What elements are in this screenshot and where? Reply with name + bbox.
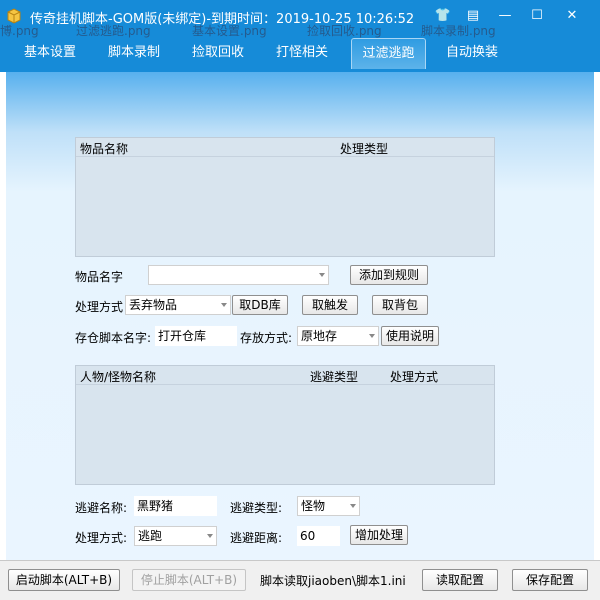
help-button[interactable]: 使用说明 [381, 326, 439, 346]
escape-method-value: 逃跑 [138, 529, 163, 543]
escape-distance-label: 逃避距离: [230, 531, 283, 545]
maximize-icon[interactable]: ☐ [526, 6, 548, 26]
column-header-handle-method[interactable]: 处理方式 [390, 368, 438, 385]
item-method-combo[interactable]: 丢弃物品 [125, 295, 231, 315]
escape-distance-input[interactable]: 60 [297, 526, 340, 546]
item-method-value: 丢弃物品 [129, 298, 178, 312]
escape-method-combo[interactable]: 逃跑 [134, 526, 217, 546]
close-icon[interactable]: ✕ [561, 6, 583, 26]
tab-script-record[interactable]: 脚本录制 [94, 38, 174, 68]
escape-type-label: 逃避类型: [230, 501, 283, 515]
chevron-down-icon [207, 534, 213, 538]
chevron-down-icon [221, 303, 227, 307]
add-handling-button[interactable]: 增加处理 [350, 525, 408, 545]
tab-filter-escape[interactable]: 过滤逃跑 [351, 38, 426, 69]
store-mode-combo[interactable]: 原地存 [297, 326, 379, 346]
stop-script-button[interactable]: 停止脚本(ALT+B) [132, 569, 246, 591]
ghost-tab-text: 过滤逃跑.png [76, 24, 151, 38]
get-bag-button[interactable]: 取背包 [372, 295, 428, 315]
chevron-down-icon [369, 334, 375, 338]
tab-combat[interactable]: 打怪相关 [262, 38, 342, 68]
get-db-button[interactable]: 取DB库 [232, 295, 288, 315]
tab-content-filter-escape: 物品名称 处理类型 物品名字 添加到规则 处理方式 丢弃物品 取DB库 取触发 … [6, 72, 594, 560]
column-header-item-name[interactable]: 物品名称 [80, 140, 128, 157]
add-to-rules-button[interactable]: 添加到规则 [350, 265, 428, 285]
escape-name-label: 逃避名称: [75, 501, 128, 515]
column-header-process-type[interactable]: 处理类型 [340, 140, 388, 157]
store-mode-value: 原地存 [301, 329, 338, 343]
tab-pickup-recycle[interactable]: 捡取回收 [178, 38, 258, 68]
load-config-button[interactable]: 读取配置 [422, 569, 498, 591]
store-mode-label: 存放方式: [240, 331, 293, 345]
column-header-monster-name[interactable]: 人物/怪物名称 [80, 368, 156, 385]
item-name-label: 物品名字 [75, 270, 124, 284]
escape-type-combo[interactable]: 怪物 [297, 496, 360, 516]
item-name-combo[interactable] [148, 265, 329, 285]
ghost-tab-text: 基本设置.png [192, 24, 267, 38]
tab-auto-equip[interactable]: 自动换装 [432, 38, 512, 68]
store-script-label: 存仓脚本名字: [75, 331, 152, 345]
minimize-icon[interactable]: — [494, 6, 516, 26]
ghost-tab-text: 捡取回收.png [307, 24, 382, 38]
store-script-input[interactable]: 打开仓库 [155, 326, 237, 346]
status-bar: 启动脚本(ALT+B) 停止脚本(ALT+B) 脚本读取jiaoben\脚本1.… [0, 560, 600, 600]
app-window: 传奇挂机脚本-GOM版(未绑定)-到期时间：2019-10-25 10:26:5… [0, 0, 600, 600]
get-trigger-button[interactable]: 取触发 [302, 295, 358, 315]
start-script-button[interactable]: 启动脚本(ALT+B) [8, 569, 120, 591]
escape-method-label: 处理方式: [75, 531, 128, 545]
monster-list[interactable]: 人物/怪物名称 逃避类型 处理方式 [75, 365, 495, 485]
column-header-escape-type[interactable]: 逃避类型 [310, 368, 358, 385]
tab-basic-settings[interactable]: 基本设置 [10, 38, 90, 68]
ghost-tab-text: 博.png [0, 24, 39, 38]
items-list-header: 物品名称 处理类型 [76, 138, 494, 157]
escape-type-value: 怪物 [301, 499, 326, 513]
chevron-down-icon [319, 273, 325, 277]
tab-bar: 博.png 过滤逃跑.png 基本设置.png 捡取回收.png 脚本录制.pn… [0, 24, 600, 72]
script-path-text: 脚本读取jiaoben\脚本1.ini [260, 574, 406, 588]
item-method-label: 处理方式 [75, 300, 124, 314]
save-config-button[interactable]: 保存配置 [512, 569, 588, 591]
chevron-down-icon [350, 504, 356, 508]
escape-name-input[interactable]: 黑野猪 [134, 496, 217, 516]
monster-list-header: 人物/怪物名称 逃避类型 处理方式 [76, 366, 494, 385]
ghost-tab-text: 脚本录制.png [421, 24, 496, 38]
items-list[interactable]: 物品名称 处理类型 [75, 137, 495, 257]
